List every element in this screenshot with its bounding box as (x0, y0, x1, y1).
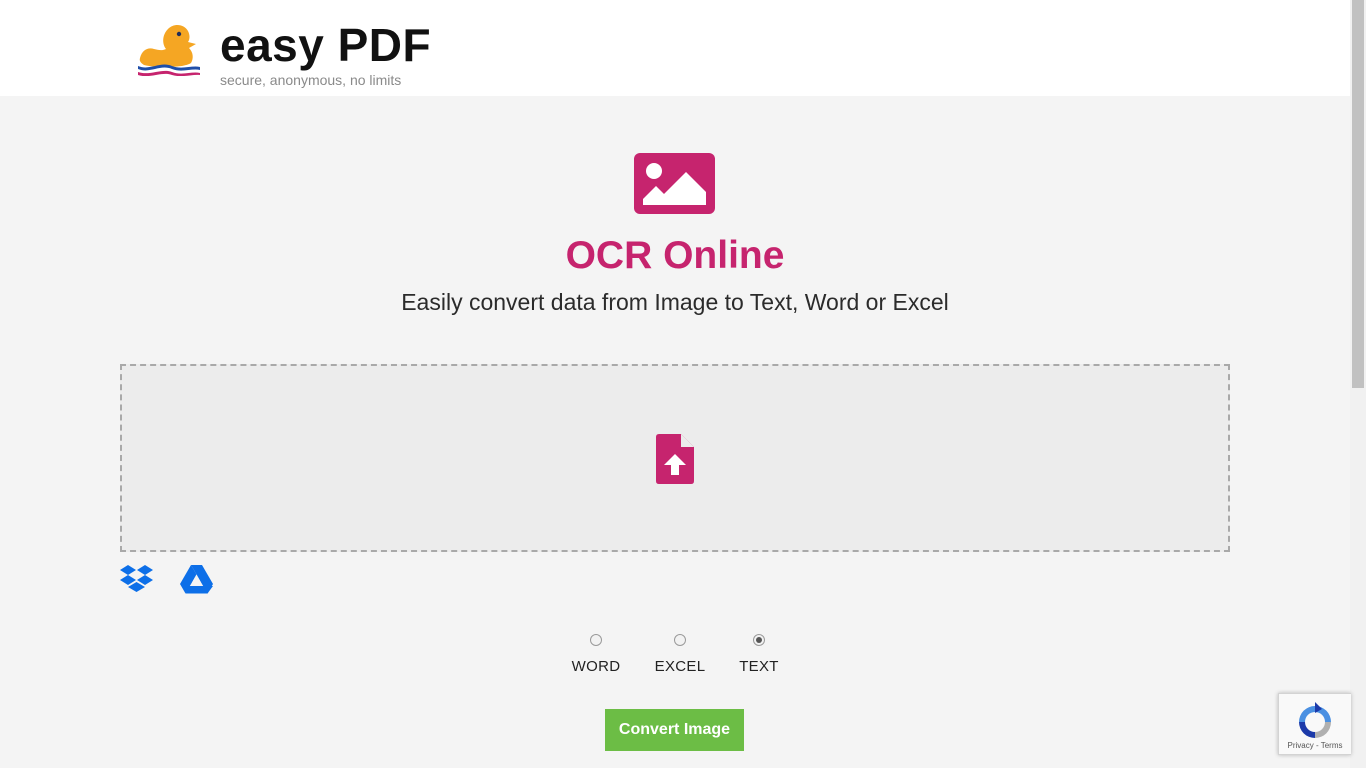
brand-tagline: secure, anonymous, no limits (220, 72, 402, 88)
radio-word[interactable] (590, 634, 602, 646)
recaptcha-badge[interactable]: Privacy - Terms (1278, 693, 1351, 755)
google-drive-icon[interactable] (180, 565, 213, 594)
format-label-excel[interactable]: EXCEL (650, 658, 710, 675)
format-option-text[interactable]: TEXT (729, 630, 789, 675)
format-label-word[interactable]: WORD (566, 658, 626, 675)
recaptcha-icon (1299, 702, 1331, 738)
recaptcha-privacy-link[interactable]: Privacy (1288, 741, 1314, 750)
recaptcha-separator: - (1313, 741, 1321, 750)
format-option-word[interactable]: WORD (566, 630, 626, 675)
duck-logo-icon[interactable] (136, 20, 202, 76)
radio-text[interactable] (753, 634, 765, 646)
recaptcha-terms-link[interactable]: Terms (1321, 741, 1343, 750)
brand-name[interactable]: easy PDF (220, 18, 431, 72)
format-option-excel[interactable]: EXCEL (650, 630, 710, 675)
convert-image-button[interactable]: Convert Image (605, 709, 744, 751)
scrollbar-thumb[interactable] (1352, 0, 1364, 388)
recaptcha-links: Privacy - Terms (1279, 741, 1351, 751)
page-title: OCR Online (565, 234, 785, 277)
file-dropzone[interactable] (120, 364, 1230, 552)
radio-excel[interactable] (674, 634, 686, 646)
format-label-text[interactable]: TEXT (729, 658, 789, 675)
page-scrollbar[interactable] (1350, 0, 1366, 768)
page-subtitle: Easily convert data from Image to Text, … (401, 289, 949, 315)
site-header: easy PDF secure, anonymous, no limits (0, 0, 1350, 96)
image-icon (634, 153, 715, 214)
dropbox-icon[interactable] (120, 565, 153, 593)
file-upload-icon[interactable] (656, 434, 694, 484)
